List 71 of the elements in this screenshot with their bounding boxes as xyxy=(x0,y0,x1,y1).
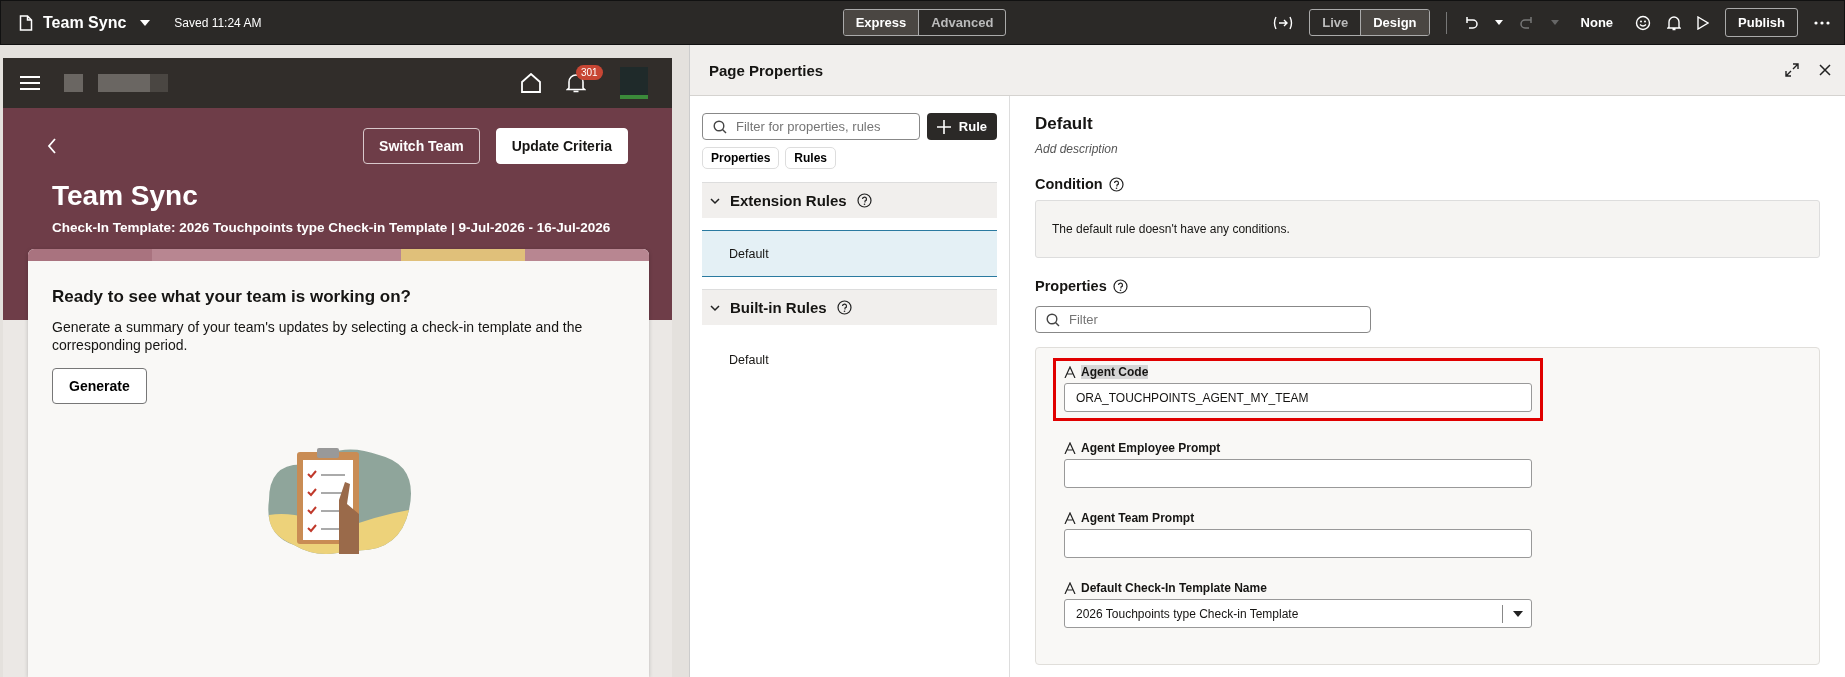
property-label: Default Check-In Template Name xyxy=(1081,581,1267,595)
search-icon xyxy=(1046,313,1060,327)
secondary-button[interactable]: Switch Team xyxy=(363,128,480,164)
close-icon[interactable] xyxy=(1819,64,1831,76)
variables-icon[interactable] xyxy=(1273,15,1294,30)
add-rule-button[interactable]: Rule xyxy=(926,113,997,140)
mode-tab[interactable]: Express xyxy=(843,10,919,35)
audience-selector[interactable]: None xyxy=(1580,15,1614,30)
help-icon[interactable] xyxy=(836,300,852,315)
section-title: Built-in Rules xyxy=(730,299,827,316)
filter-chip[interactable]: Properties xyxy=(702,147,780,169)
section-header[interactable]: Built-in Rules xyxy=(702,289,997,325)
expand-icon[interactable] xyxy=(1785,63,1799,77)
plus-icon xyxy=(936,119,951,134)
card-text: Generate a summary of your team's updates by selecting a check-in template and the corresponding period. xyxy=(52,319,584,354)
smiley-icon[interactable] xyxy=(1635,14,1652,31)
rule-item[interactable]: Default xyxy=(702,337,997,382)
search-icon xyxy=(713,120,727,134)
panel-title: Page Properties xyxy=(709,61,824,79)
view-tab[interactable]: Live xyxy=(1310,10,1361,35)
filter-field[interactable]: Filter for properties, rules xyxy=(702,113,920,140)
help-icon[interactable] xyxy=(1108,176,1124,192)
text-type-icon xyxy=(1064,512,1076,524)
input-field[interactable] xyxy=(1064,529,1532,558)
rule-title: Default xyxy=(1035,114,1094,134)
section-heading: Properties xyxy=(1035,278,1107,294)
property-label: Agent Code xyxy=(1081,365,1149,379)
generate-button[interactable]: Generate xyxy=(52,368,147,404)
app-title: Team Sync xyxy=(43,13,127,32)
text-type-icon xyxy=(1064,582,1076,594)
rule-description[interactable]: Add description xyxy=(1035,142,1820,156)
publish-button[interactable]: Publish xyxy=(1725,8,1798,37)
text-type-icon xyxy=(1064,366,1076,378)
caret-icon xyxy=(1550,20,1559,25)
condition-text: The default rule doesn't have any conditions. xyxy=(1052,222,1290,236)
help-icon[interactable] xyxy=(856,193,872,208)
caret-icon[interactable] xyxy=(1494,20,1503,25)
rule-item[interactable]: Default xyxy=(702,230,997,277)
more-icon[interactable] xyxy=(1814,20,1830,25)
redo-icon xyxy=(1518,15,1535,30)
property-label: Agent Employee Prompt xyxy=(1081,441,1221,455)
play-icon[interactable] xyxy=(1697,15,1710,30)
help-icon[interactable] xyxy=(1112,278,1128,294)
filter-chip[interactable]: Rules xyxy=(785,147,837,169)
view-tab[interactable]: Design xyxy=(1360,10,1429,35)
bell-icon[interactable] xyxy=(1667,14,1682,31)
mode-tab[interactable]: Advanced xyxy=(918,10,1006,35)
caret-icon xyxy=(1513,610,1523,617)
caret-icon[interactable] xyxy=(140,19,151,26)
menu-icon[interactable] xyxy=(20,75,40,91)
input-field[interactable]: ORA_TOUCHPOINTS_AGENT_MY_TEAM xyxy=(1064,383,1532,412)
section-header[interactable]: Extension Rules xyxy=(702,182,997,218)
primary-button[interactable]: Update Criteria xyxy=(495,128,628,164)
property-label: Agent Team Prompt xyxy=(1081,511,1195,525)
filter-field[interactable]: Filter xyxy=(1035,306,1371,333)
saved-status: Saved 11:24 AM xyxy=(174,15,262,30)
back-icon[interactable] xyxy=(47,138,57,154)
chevron-icon xyxy=(710,302,720,313)
home-icon[interactable] xyxy=(520,73,542,93)
card-heading: Ready to see what your team is working on? xyxy=(52,287,411,307)
select-field[interactable]: 2026 Touchpoints type Check-in Template xyxy=(1064,599,1532,628)
page-title: Team Sync xyxy=(52,180,199,212)
text-type-icon xyxy=(1064,442,1076,454)
chevron-icon xyxy=(710,195,720,206)
page-icon[interactable] xyxy=(19,14,33,31)
page-subtitle: Check-In Template: 2026 Touchpoints type Check-in Template | 9-Jul-2026 - 16-Jul-2026 xyxy=(52,220,612,235)
notification-badge: 301 xyxy=(576,65,603,80)
input-field[interactable] xyxy=(1064,459,1532,488)
section-heading: Condition xyxy=(1035,176,1103,192)
section-title: Extension Rules xyxy=(730,192,847,209)
avatar-image[interactable] xyxy=(620,67,648,99)
